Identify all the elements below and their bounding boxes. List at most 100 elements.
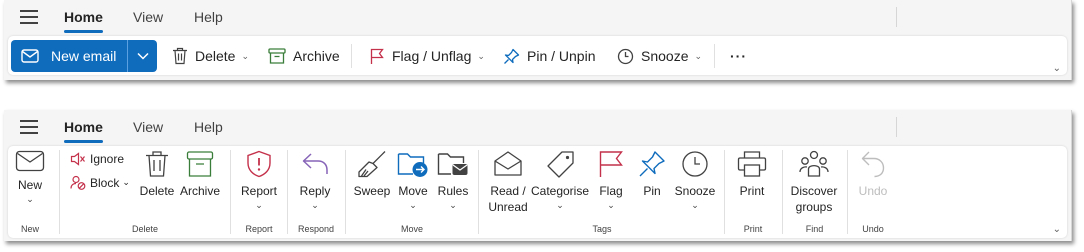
snooze-label: Snooze (674, 184, 716, 198)
undo-label: Undo (858, 184, 888, 198)
hamburger-menu-icon[interactable] (20, 120, 38, 134)
group-separator (345, 150, 346, 234)
chevron-down-icon: ⌄ (255, 200, 263, 210)
ribbon-collapse-icon[interactable]: ⌄ (1053, 224, 1061, 235)
snooze-label: Snooze (641, 48, 689, 64)
tab-bar-divider (896, 7, 897, 27)
hamburger-menu-icon[interactable] (20, 10, 38, 24)
block-button[interactable]: Block ⌄ (70, 175, 130, 190)
tab-view[interactable]: View (133, 9, 163, 25)
group-separator (230, 150, 231, 234)
group-separator (287, 150, 288, 234)
tab-home[interactable]: Home (64, 9, 103, 33)
move-button[interactable]: Move ⌄ (394, 150, 432, 211)
undo-icon (861, 151, 885, 178)
ribbon-tab-bar: Home View Help (4, 110, 1071, 144)
chevron-down-icon: ⌄ (311, 200, 319, 210)
archive-button[interactable]: Archive (179, 150, 221, 199)
new-label: New (17, 178, 42, 192)
rules-label: Rules (437, 184, 469, 198)
mail-icon (21, 49, 39, 63)
snooze-button[interactable]: Snooze ⌄ (671, 150, 719, 211)
print-button[interactable]: Print (732, 150, 772, 199)
group-separator (724, 150, 725, 234)
discover-groups-label-line1: Discover (790, 184, 838, 198)
ribbon-tab-bar: Home View Help (4, 0, 1071, 34)
discover-groups-button[interactable]: Discover groups (786, 150, 842, 215)
rules-button[interactable]: Rules ⌄ (434, 150, 472, 211)
printer-icon (737, 151, 767, 177)
ignore-label: Ignore (90, 152, 125, 166)
delete-button[interactable]: Delete ⌄ (172, 40, 249, 72)
chevron-down-icon: ⌄ (691, 200, 699, 210)
categorise-label: Categorise (530, 184, 590, 198)
group-label-find: Find (805, 224, 824, 234)
ignore-button[interactable]: Ignore (70, 152, 124, 166)
archive-icon (186, 151, 214, 177)
archive-button[interactable]: Archive (268, 40, 340, 72)
chevron-down-icon: ⌄ (122, 177, 130, 187)
read-unread-label-line1: Read / (490, 184, 526, 198)
simplified-ribbon-panel: Home View Help New email Delete ⌄ Archiv… (4, 0, 1072, 80)
chevron-down-icon: ⌄ (607, 200, 615, 210)
sweep-button[interactable]: Sweep (351, 150, 393, 199)
report-button[interactable]: Report ⌄ (234, 150, 284, 211)
group-label-tags: Tags (592, 224, 612, 234)
mute-icon (70, 152, 85, 166)
delete-button[interactable]: Delete (133, 150, 181, 199)
reply-button[interactable]: Reply ⌄ (292, 150, 338, 211)
tab-help[interactable]: Help (194, 119, 223, 135)
new-button[interactable]: New ⌄ (12, 150, 48, 205)
new-email-split-button: New email (11, 40, 157, 72)
report-label: Report (240, 184, 278, 198)
ribbon-expand-icon[interactable]: ⌄ (1053, 63, 1061, 74)
folder-move-icon (397, 153, 428, 177)
chevron-down-icon: ⌄ (477, 50, 485, 61)
new-email-button[interactable]: New email (11, 40, 127, 72)
clock-icon (682, 151, 708, 177)
chevron-down-icon: ⌄ (556, 200, 564, 210)
new-email-dropdown[interactable] (127, 40, 157, 72)
tab-home[interactable]: Home (64, 119, 103, 143)
open-envelope-icon (494, 151, 522, 176)
flag-unflag-button[interactable]: Flag / Unflag ⌄ (370, 40, 485, 72)
read-unread-button[interactable]: Read / Unread (485, 150, 531, 215)
discover-groups-label-line2: groups (795, 200, 833, 214)
group-label-undo: Undo (862, 224, 884, 234)
group-label-delete: Delete (131, 224, 158, 234)
categorise-button[interactable]: Categorise ⌄ (530, 150, 590, 211)
group-label-report: Report (245, 224, 273, 234)
pin-button[interactable]: Pin (634, 150, 670, 199)
classic-ribbon-panel: Home View Help New ⌄ New Ignore Block ⌄ … (4, 110, 1072, 241)
group-separator (782, 150, 783, 234)
pin-icon (504, 48, 520, 64)
trash-icon (146, 151, 168, 177)
tag-icon (547, 151, 574, 178)
read-unread-label-line2: Unread (488, 200, 528, 214)
reply-label: Reply (299, 184, 331, 198)
block-user-icon (70, 175, 86, 190)
flag-button[interactable]: Flag ⌄ (592, 150, 630, 211)
reply-icon (302, 153, 328, 174)
command-separator (351, 44, 352, 68)
people-group-icon (799, 150, 829, 177)
archive-icon (268, 48, 286, 64)
group-separator (847, 150, 848, 234)
mail-icon (15, 150, 45, 172)
undo-button[interactable]: Undo (854, 150, 892, 199)
archive-label: Archive (179, 184, 220, 198)
archive-label: Archive (293, 48, 340, 64)
classic-command-bar: New ⌄ New Ignore Block ⌄ Delete Archive … (8, 146, 1067, 238)
chevron-down-icon (136, 52, 149, 60)
flag-icon (370, 48, 384, 64)
snooze-button[interactable]: Snooze ⌄ (617, 40, 702, 72)
pin-unpin-button[interactable]: Pin / Unpin (503, 40, 595, 72)
more-options-button[interactable]: ··· (730, 40, 747, 72)
group-separator (59, 150, 60, 234)
rules-folder-icon (437, 153, 468, 175)
group-label-move: Move (400, 224, 423, 234)
flag-label: Flag (599, 184, 623, 198)
tab-help[interactable]: Help (194, 9, 223, 25)
tab-view[interactable]: View (133, 119, 163, 135)
sweep-label: Sweep (353, 184, 391, 198)
